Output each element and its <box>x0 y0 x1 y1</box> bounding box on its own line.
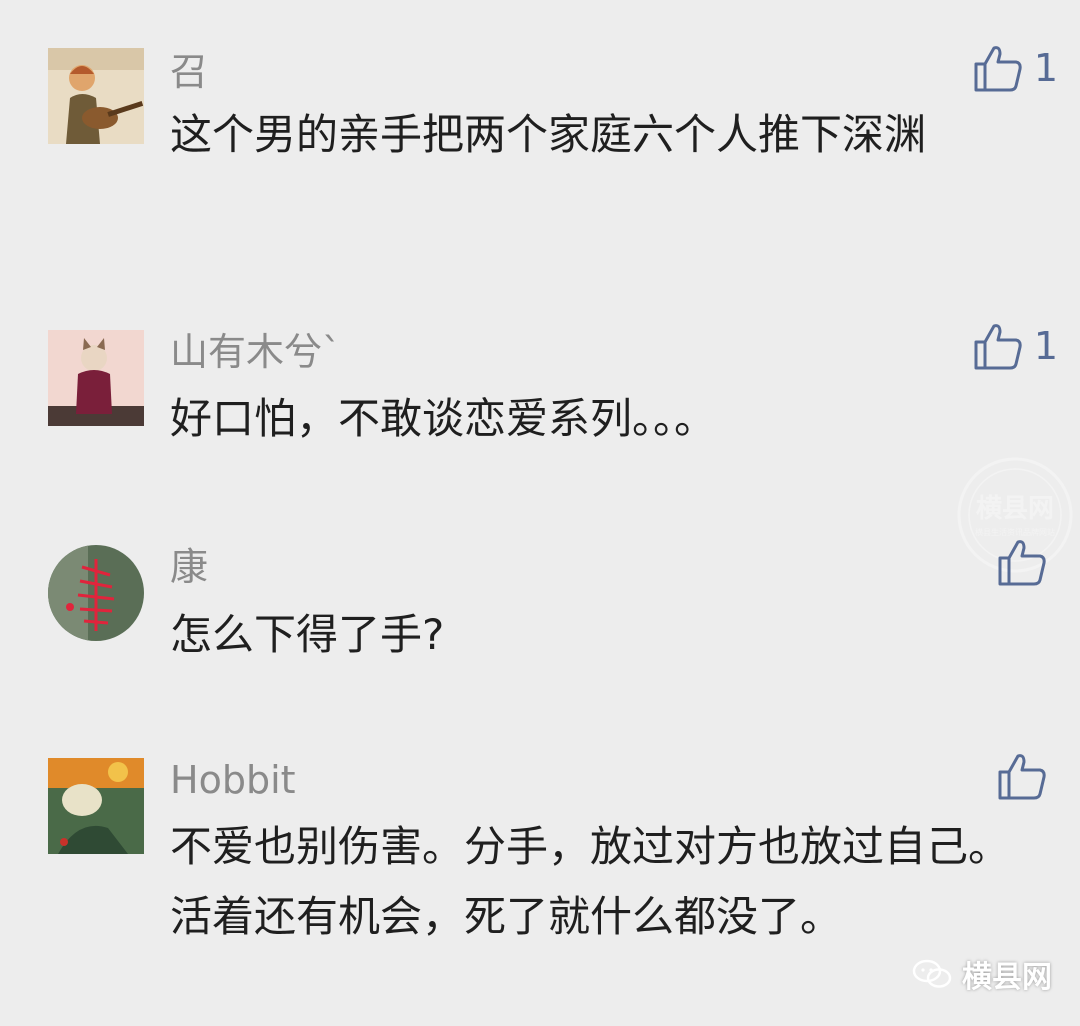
comment-text: 不爱也别伤害。分手，放过对方也放过自己。活着还有机会，死了就什么都没了。 <box>170 822 1011 941</box>
thumbs-up-icon <box>974 324 1022 370</box>
commenter-name: 山有木兮` <box>170 330 342 374</box>
like-count: 1 <box>1033 324 1058 368</box>
like-button[interactable]: 1 <box>972 320 1058 372</box>
comment-text: 好口怕，不敢谈恋爱系列。。。 <box>170 394 717 443</box>
avatar[interactable] <box>48 545 144 641</box>
thumbs-up-icon <box>998 540 1046 586</box>
avatar[interactable] <box>48 758 144 854</box>
thumbs-up-icon <box>998 754 1046 800</box>
comment-text: 怎么下得了手? <box>170 610 445 659</box>
avatar[interactable] <box>48 48 144 144</box>
thumbs-up-icon <box>974 46 1022 92</box>
commenter-name: 召 <box>170 50 209 94</box>
comment-text: 这个男的亲手把两个家庭六个人推下深渊 <box>170 110 927 159</box>
commenter-name: Hobbit <box>170 758 296 802</box>
like-button[interactable]: 1 <box>972 42 1058 94</box>
like-count: 1 <box>1033 46 1058 90</box>
painting-avatar-icon <box>48 758 144 854</box>
wechat-icon <box>912 959 952 988</box>
stamp-title: 横县网 <box>976 494 1054 524</box>
avatar[interactable] <box>48 330 144 426</box>
commenter-name: 康 <box>170 545 209 589</box>
brand-watermark: 横县网 <box>912 952 1052 996</box>
red-flower-avatar-icon <box>48 545 144 641</box>
cat-in-sweater-avatar-icon <box>48 330 144 426</box>
like-button[interactable] <box>996 750 1058 802</box>
like-button[interactable] <box>996 536 1058 588</box>
guitar-player-avatar-icon <box>48 48 144 144</box>
brand-label: 横县网 <box>962 960 1052 995</box>
